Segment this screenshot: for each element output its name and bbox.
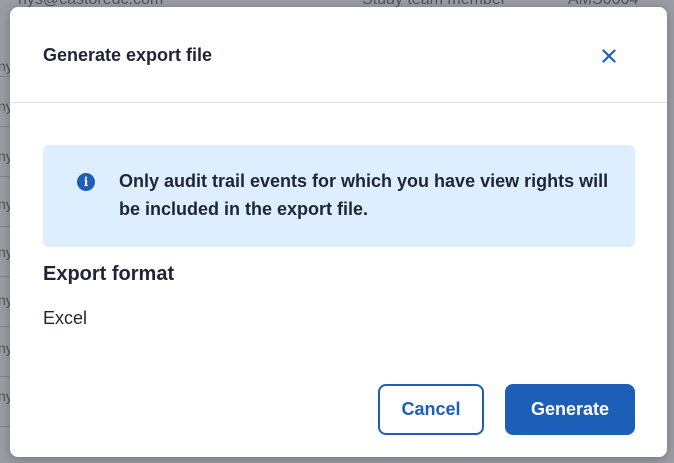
close-icon <box>602 49 616 63</box>
info-icon: i <box>77 173 95 191</box>
cancel-button[interactable]: Cancel <box>378 384 484 435</box>
info-notice: i Only audit trail events for which you … <box>43 145 635 247</box>
dialog-title: Generate export file <box>43 45 213 65</box>
close-button[interactable] <box>594 41 624 71</box>
generate-button[interactable]: Generate <box>505 384 635 435</box>
generate-export-dialog: Generate export file i Only audit trail … <box>10 7 667 457</box>
info-message: Only audit trail events for which you ha… <box>119 171 609 219</box>
export-format-value: Excel <box>43 308 88 328</box>
export-format-label: Export format <box>43 263 175 285</box>
dialog-header: Generate export file <box>10 7 667 103</box>
